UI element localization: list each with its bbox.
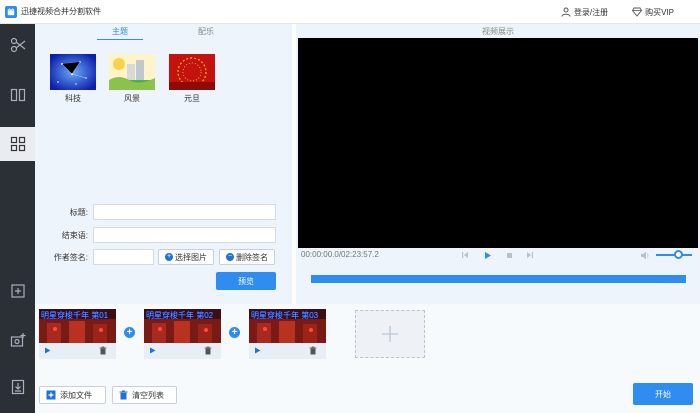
clip-thumbnail: 明星穿梭千年 第03 [249,309,326,343]
theme-label-landscape: 风景 [124,94,140,103]
buy-vip-link[interactable]: 购买VIP [632,7,674,18]
clip-play-icon[interactable] [44,347,51,356]
add-camera-icon [10,333,25,347]
prev-frame-button[interactable] [459,249,471,261]
minus-icon: − [226,253,234,261]
clear-list-button[interactable]: 清空列表 [112,386,177,404]
select-image-label: 选择图片 [175,252,207,262]
clip-toolbar [144,343,221,359]
title-row: 标题: [35,204,292,220]
user-icon [561,7,571,17]
insert-transition-button[interactable]: + [229,327,240,338]
clip-item[interactable]: 明星穿梭千年 第03 [249,309,326,359]
theme-thumbnail-tech [50,54,96,90]
play-button[interactable] [481,249,493,261]
grid-icon [10,136,25,152]
ending-label: 结束语: [61,231,88,240]
title-label: 标题: [69,208,88,217]
delete-signature-label: 删除签名 [236,252,268,262]
topic-panel: 主题 配乐 科技 风景 元旦 标题: 结束语: 作者签名: + 选择图片 − 删… [35,24,292,304]
clip-item[interactable]: 明星穿梭千年 第02 [144,309,221,359]
volume-button[interactable] [639,249,651,261]
delete-signature-button[interactable]: − 删除签名 [219,249,275,265]
ending-input[interactable] [93,227,276,243]
volume-slider-knob[interactable] [673,250,683,259]
sidebar-item-camera[interactable] [0,323,35,357]
theme-label-tech: 科技 [65,94,81,103]
video-screen[interactable] [298,38,698,248]
play-icon [484,251,491,259]
tab-theme[interactable]: 主题 [112,26,128,37]
preview-button[interactable]: 预览 [216,272,276,290]
stop-button[interactable] [503,249,515,261]
add-file-icon [10,284,25,298]
time-display: 00:00:00.0/02:23:57.2 [301,250,379,259]
video-panel-label: 视频展示 [482,27,514,36]
theme-item-tech[interactable]: 科技 [50,54,96,104]
clip-item[interactable]: 明星穿梭千年 第01 [39,309,116,359]
volume-icon [641,251,649,259]
clear-list-label: 清空列表 [132,390,164,400]
author-label: 作者签名: [53,253,88,262]
theme-item-newyear[interactable]: 元旦 [169,54,215,104]
theme-thumbnail-landscape [109,54,155,90]
sidebar-item-split[interactable] [0,78,35,112]
plus-icon [382,326,398,342]
skip-back-icon [462,252,468,258]
app-logo-icon [5,5,17,18]
title-input[interactable] [93,204,276,220]
theme-thumbnail-newyear [169,54,215,90]
sidebar-item-export[interactable] [0,370,35,404]
diamond-icon [632,7,643,17]
title-bar: 迅捷视频合并分割软件 登录/注册 购买VIP [0,0,700,24]
add-file-label: 添加文件 [60,390,92,400]
clip-name: 明星穿梭千年 第01 [41,311,109,320]
clip-play-icon[interactable] [149,347,156,356]
select-image-button[interactable]: + 选择图片 [158,249,214,265]
app-title: 迅捷视频合并分割软件 [21,7,101,16]
theme-label-newyear: 元旦 [184,94,200,103]
clip-toolbar [249,343,326,359]
active-tab-indicator [97,39,143,40]
login-register-link[interactable]: 登录/注册 [561,7,608,18]
clip-play-icon[interactable] [254,347,261,356]
add-file-icon [46,390,56,400]
clip-name: 明星穿梭千年 第02 [146,311,214,320]
add-clip-button[interactable] [355,310,425,358]
clip-name: 明星穿梭千年 第03 [251,311,319,320]
start-button[interactable]: 开始 [633,383,693,405]
insert-transition-button[interactable]: + [124,327,135,338]
topic-tabs: 主题 配乐 [35,24,292,40]
scissors-icon [10,37,25,53]
document-download-icon [11,379,24,395]
plus-icon: + [165,253,173,261]
sidebar-item-add[interactable] [0,274,35,308]
video-panel: 视频展示 00:00:00.0/02:23:57.2 [296,24,700,304]
next-frame-button[interactable] [524,249,536,261]
buy-vip-label: 购买VIP [645,7,674,17]
clip-thumbnail: 明星穿梭千年 第01 [39,309,116,343]
sidebar-item-merge[interactable] [0,127,35,161]
add-file-button[interactable]: 添加文件 [39,386,106,404]
clip-toolbar [39,343,116,359]
skip-forward-icon [527,252,533,258]
sidebar-item-cut[interactable] [0,28,35,62]
theme-item-landscape[interactable]: 风景 [109,54,155,104]
login-register-label: 登录/注册 [573,7,609,17]
author-input[interactable] [93,249,154,265]
author-row: 作者签名: + 选择图片 − 删除签名 [35,249,292,265]
clip-thumbnail: 明星穿梭千年 第02 [144,309,221,343]
split-columns-icon [10,88,25,102]
playback-progress-bar[interactable] [311,275,686,283]
stop-icon [506,252,512,258]
ending-row: 结束语: [35,227,292,243]
clip-delete-icon[interactable] [99,346,107,357]
bottom-bar: 添加文件 清空列表 开始 [35,382,700,413]
sidebar [0,24,35,413]
clip-list: 明星穿梭千年 第01 + 明星穿梭千年 第02 + 明星穿梭千年 第03 [35,304,700,382]
clip-delete-icon[interactable] [204,346,212,357]
trash-icon [119,390,128,400]
tab-music[interactable]: 配乐 [198,26,214,37]
clip-delete-icon[interactable] [309,346,317,357]
